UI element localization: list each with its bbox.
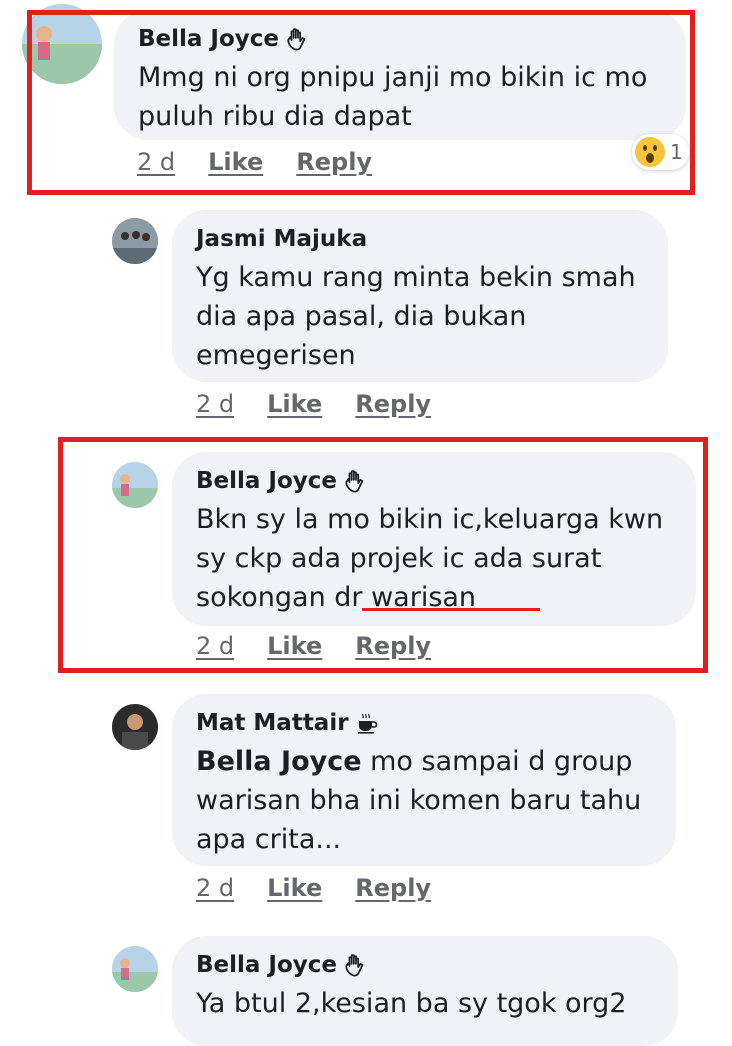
reply-button[interactable]: Reply	[355, 631, 431, 661]
comment-actions: 2 d Like Reply	[196, 873, 431, 903]
wow-emoji-icon	[635, 137, 665, 167]
avatar[interactable]	[112, 462, 158, 508]
comment-author[interactable]: Mat Mattair	[196, 708, 652, 738]
comment-author[interactable]: Bella Joyce	[138, 24, 662, 54]
author-name[interactable]: Bella Joyce	[196, 466, 337, 496]
author-name[interactable]: Jasmi Majuka	[196, 224, 367, 254]
comment-bubble: Bella Joyce Bkn sy la mo bikin ic,keluar…	[172, 452, 696, 626]
avatar-image	[112, 946, 158, 992]
reaction-count: 1	[670, 140, 683, 164]
reply-button[interactable]: Reply	[355, 873, 431, 903]
comment-bubble: Bella Joyce Ya btul 2,kesian ba sy tgok …	[172, 936, 678, 1046]
comment-author[interactable]: Bella Joyce	[196, 466, 672, 496]
comment-actions: 2 d Like Reply	[196, 631, 431, 661]
like-button[interactable]: Like	[267, 389, 322, 419]
comment-bubble: Mat Mattair Bella Joyce mo sampai d grou…	[172, 694, 676, 866]
mention-link[interactable]: Bella Joyce	[196, 746, 362, 777]
avatar-image	[112, 462, 158, 508]
avatar-image	[112, 218, 158, 264]
avatar-image	[22, 4, 102, 84]
author-name[interactable]: Mat Mattair	[196, 708, 349, 738]
avatar[interactable]	[112, 218, 158, 264]
comment-bubble: Jasmi Majuka Yg kamu rang minta bekin sm…	[172, 210, 668, 382]
timestamp[interactable]: 2 d	[137, 147, 175, 177]
comment-bubble: Bella Joyce Mmg ni org pnipu janji mo bi…	[114, 10, 686, 140]
wave-icon	[345, 470, 364, 493]
like-button[interactable]: Like	[208, 147, 263, 177]
avatar-image	[112, 704, 158, 750]
comment-actions: 2 d Like Reply	[137, 147, 372, 177]
comment-text: Bella Joyce mo sampai d group warisan bh…	[196, 742, 652, 859]
like-button[interactable]: Like	[267, 631, 322, 661]
timestamp[interactable]: 2 d	[196, 873, 234, 903]
reply-button[interactable]: Reply	[296, 147, 372, 177]
like-button[interactable]: Like	[267, 873, 322, 903]
red-underline	[362, 608, 540, 611]
coffee-icon	[357, 713, 377, 734]
reply-button[interactable]: Reply	[355, 389, 431, 419]
timestamp[interactable]: 2 d	[196, 389, 234, 419]
author-name[interactable]: Bella Joyce	[138, 24, 279, 54]
avatar[interactable]	[22, 4, 102, 84]
wave-icon	[345, 954, 364, 977]
reaction-summary[interactable]: 1	[632, 134, 689, 170]
comment-author[interactable]: Bella Joyce	[196, 950, 654, 980]
timestamp[interactable]: 2 d	[196, 631, 234, 661]
avatar[interactable]	[112, 704, 158, 750]
comment-text: Mmg ni org pnipu janji mo bikin ic mo pu…	[138, 62, 648, 132]
wave-icon	[287, 28, 306, 51]
author-name[interactable]: Bella Joyce	[196, 950, 337, 980]
comment-text: Ya btul 2,kesian ba sy tgok org2	[196, 988, 627, 1019]
comment-text: Yg kamu rang minta bekin smah dia apa pa…	[196, 262, 636, 371]
avatar[interactable]	[112, 946, 158, 992]
comment-actions: 2 d Like Reply	[196, 389, 431, 419]
comment-text: Bkn sy la mo bikin ic,keluarga kwn sy ck…	[196, 504, 664, 613]
comment-author[interactable]: Jasmi Majuka	[196, 224, 644, 254]
